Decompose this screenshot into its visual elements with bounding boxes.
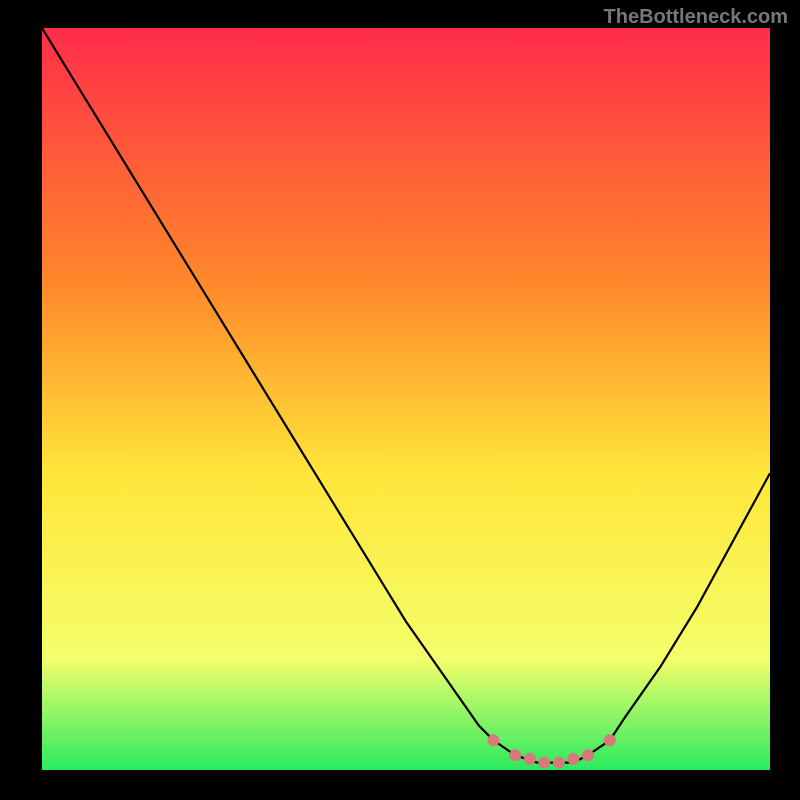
- chart-svg: [42, 28, 770, 770]
- marker-dot: [524, 753, 536, 765]
- gradient-background: [42, 28, 770, 770]
- marker-dot: [567, 753, 579, 765]
- attribution-text: TheBottleneck.com: [604, 6, 788, 29]
- marker-dot: [538, 757, 550, 769]
- marker-dot: [487, 734, 499, 746]
- marker-dot: [582, 749, 594, 761]
- marker-dot: [553, 757, 565, 769]
- marker-dot: [604, 734, 616, 746]
- marker-dot: [509, 749, 521, 761]
- bottleneck-chart: [42, 28, 770, 770]
